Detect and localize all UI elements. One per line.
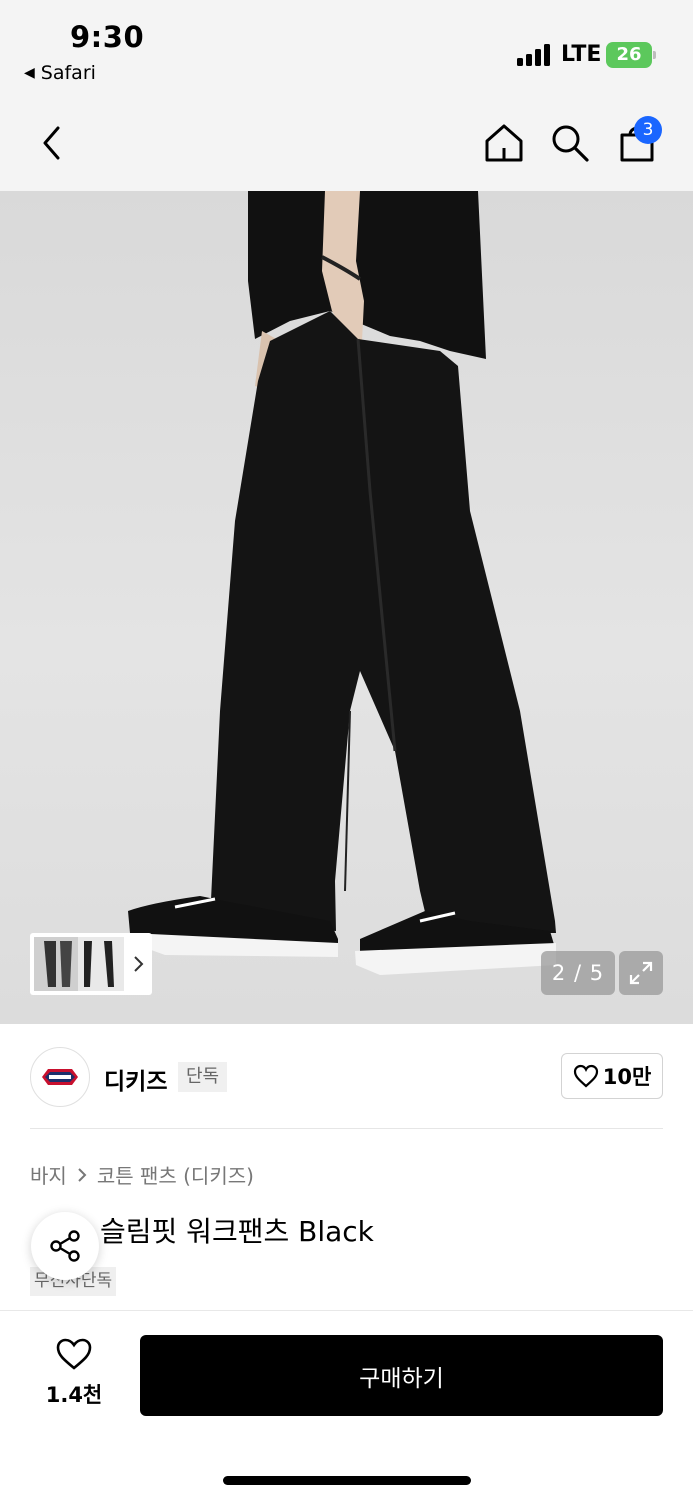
chevron-right-icon [134,956,144,972]
dickies-logo-icon [42,1069,78,1085]
breadcrumb: 바지 코튼 팬츠 (디키즈) [30,1160,254,1189]
brand-like-count: 10만 [602,1065,652,1089]
heart-icon [56,1338,92,1370]
exclusive-tag: 단독 [178,1062,228,1092]
wishlist-count: 1.4천 [45,1383,103,1407]
product-image-gallery[interactable]: 2 / 5 [0,191,693,1024]
signal-icon [517,44,553,66]
back-app-label: Safari [40,62,96,84]
thumbnail-image [78,937,124,991]
brand-like-button[interactable]: 10만 [561,1053,663,1099]
thumbnail-strip[interactable] [30,933,152,995]
home-icon [485,124,523,162]
search-button[interactable] [545,118,595,168]
breadcrumb-category[interactable]: 바지 [30,1160,67,1189]
status-bar: 9:30 ◀ Safari LTE 26 [0,0,693,100]
share-button[interactable] [31,1212,99,1280]
product-photo [128,191,556,975]
back-button[interactable] [27,118,77,168]
home-button[interactable] [479,118,529,168]
brand-row: 디키즈 단독 10만 [30,1046,663,1108]
expand-image-button[interactable] [619,951,663,995]
network-label: LTE [561,42,602,67]
cart-count-badge: 3 [634,116,662,144]
buy-button[interactable]: 구매하기 [140,1335,663,1416]
home-indicator [223,1476,471,1485]
battery-icon: 26 [606,42,656,68]
app-header [0,100,693,191]
product-title-text: 슬림핏 워크팬츠 Black [100,1215,374,1248]
wishlist-button[interactable]: 1.4천 [30,1337,118,1417]
image-counter: 2 / 5 [541,951,615,995]
thumbnail-image [34,937,80,991]
brand-logo[interactable] [30,1047,90,1107]
search-icon [552,125,589,162]
share-icon [50,1230,80,1262]
heart-icon [573,1064,598,1088]
divider [30,1128,663,1129]
breadcrumb-subcategory[interactable]: 코튼 팬츠 (디키즈) [97,1160,254,1189]
bottom-action-bar: 1.4천 구매하기 [0,1310,693,1500]
status-time: 9:30 [70,20,145,54]
chevron-left-icon [43,126,60,160]
chevron-right-icon [78,1167,87,1182]
back-to-app-link[interactable]: ◀ Safari [24,62,96,84]
expand-icon [629,961,653,985]
battery-level: 26 [606,42,652,68]
brand-name[interactable]: 디키즈 [104,1062,167,1096]
back-triangle-icon: ◀ [24,65,35,81]
